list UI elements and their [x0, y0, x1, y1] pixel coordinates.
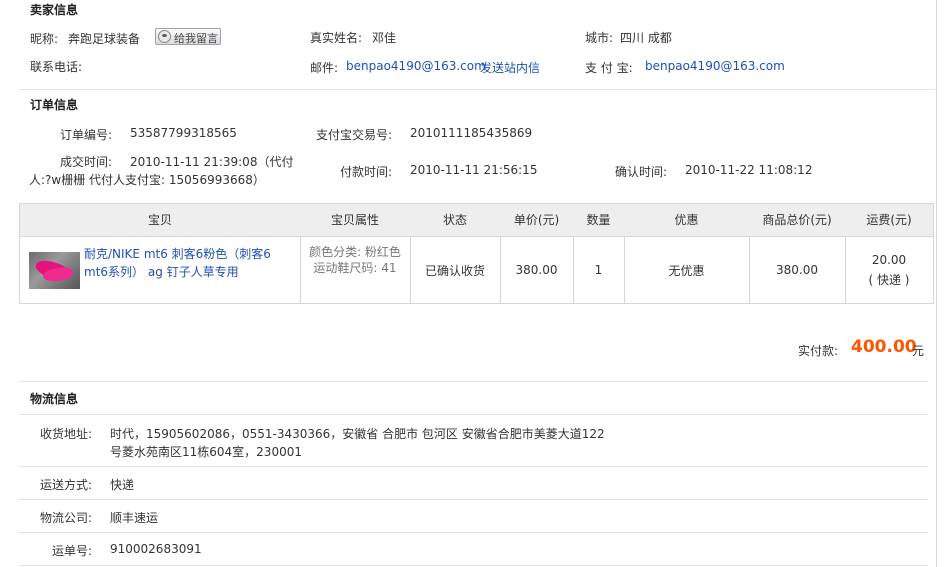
divider [19, 89, 935, 90]
header-total: 商品总价(元) [762, 213, 832, 227]
divider [19, 414, 928, 415]
right-border [936, 0, 937, 567]
deal-time-value: 2010-11-11 21:39:08（代付 [130, 155, 294, 169]
shipping-fee: 20.00 [871, 253, 907, 267]
pay-time-value: 2010-11-11 21:56:15 [410, 163, 538, 177]
header-discount: 优惠 [674, 213, 699, 227]
order-section-title: 订单信息 [30, 98, 79, 112]
alipay-trade-label: 支付宝交易号: [316, 128, 393, 142]
item-discount: 无优惠 [668, 263, 705, 278]
address-label: 收货地址: [40, 427, 93, 441]
order-items-table: 宝贝 宝贝属性 状态 单价(元) 数量 优惠 商品总价(元) 运费(元) 耐克/… [19, 203, 934, 304]
attr-color: 颜色分类: 粉红色 [309, 245, 401, 259]
address-value: 时代，15905602086，0551-3430366，安徽省 合肥市 包河区 … [110, 427, 605, 441]
order-no-label: 订单编号: [60, 128, 113, 142]
header-attributes: 宝贝属性 [330, 213, 379, 227]
shipping-type: ( 快递 ) [868, 273, 910, 287]
send-message-link[interactable]: 发送站内信 [480, 59, 540, 76]
header-quantity: 数量 [586, 213, 611, 227]
divider [19, 532, 928, 533]
city-value: 四川 成都 [620, 31, 672, 45]
attr-size: 运动鞋尺码: 41 [313, 261, 397, 275]
realname-value: 邓佳 [372, 31, 397, 45]
waybill-label: 运单号: [52, 544, 93, 558]
item-shipping: 20.00 ( 快递 ) [845, 237, 933, 303]
phone-label: 联系电话: [30, 60, 83, 74]
nick-label: 昵称: [30, 32, 59, 46]
seller-section-title: 卖家信息 [30, 3, 79, 17]
leave-message-label: 给我留言 [174, 32, 218, 45]
item-unit-price: 380.00 [515, 263, 558, 277]
item-status: 已确认收货 [424, 263, 485, 278]
deal-time-payer: 人:?w栅栅 代付人支付宝: 15056993668） [29, 173, 265, 187]
column-divider [300, 237, 301, 303]
product-name-link[interactable]: 耐克/NIKE mt6 刺客6粉色（刺客6 mt6系列） ag 钉子人草专用 [84, 245, 294, 281]
message-icon [158, 30, 171, 43]
header-item: 宝贝 [147, 213, 172, 227]
logistics-company-label: 物流公司: [40, 511, 93, 525]
product-thumbnail[interactable] [29, 252, 80, 289]
product-attributes: 颜色分类: 粉红色 运动鞋尺码: 41 [302, 244, 408, 276]
confirm-time-label: 确认时间: [615, 165, 668, 179]
order-no-value: 53587799318565 [130, 126, 237, 140]
header-shipping: 运费(元) [866, 213, 912, 227]
item-total: 380.00 [776, 263, 818, 277]
divider [19, 499, 928, 500]
waybill-value: 910002683091 [110, 542, 202, 556]
header-status: 状态 [442, 213, 467, 227]
shipping-method-label: 运送方式: [40, 478, 93, 492]
logistics-company-value: 顺丰速运 [110, 511, 159, 525]
item-quantity: 1 [594, 263, 603, 277]
email-label: 邮件: [310, 61, 339, 75]
email-link[interactable]: benpao4190@163.com [346, 59, 486, 73]
payment-amount: 400.00 [851, 337, 917, 357]
divider [19, 565, 928, 566]
deal-time-label: 成交时间: [60, 155, 113, 169]
divider [19, 381, 928, 382]
nick-value: 奔跑足球装备 [68, 32, 141, 46]
address-value-cont: 号菱水苑南区11栋604室，230001 [110, 445, 302, 459]
logistics-section-title: 物流信息 [30, 392, 79, 406]
confirm-time-value: 2010-11-22 11:08:12 [685, 163, 813, 177]
alipay-trade-value: 2010111185435869 [410, 126, 533, 140]
leave-message-button[interactable]: 给我留言 [155, 28, 221, 45]
header-unit-price: 单价(元) [513, 213, 560, 227]
city-label: 城市: [585, 31, 614, 45]
realname-label: 真实姓名: [310, 31, 363, 45]
payment-label: 实付款: [798, 344, 839, 358]
alipay-label: 支 付 宝: [585, 61, 633, 75]
shipping-method-value: 快递 [110, 478, 135, 492]
divider [19, 466, 928, 467]
alipay-link[interactable]: benpao4190@163.com [645, 59, 785, 73]
table-header: 宝贝 宝贝属性 状态 单价(元) 数量 优惠 商品总价(元) 运费(元) [20, 204, 933, 237]
pay-time-label: 付款时间: [340, 165, 393, 179]
payment-unit: 元 [912, 344, 925, 358]
